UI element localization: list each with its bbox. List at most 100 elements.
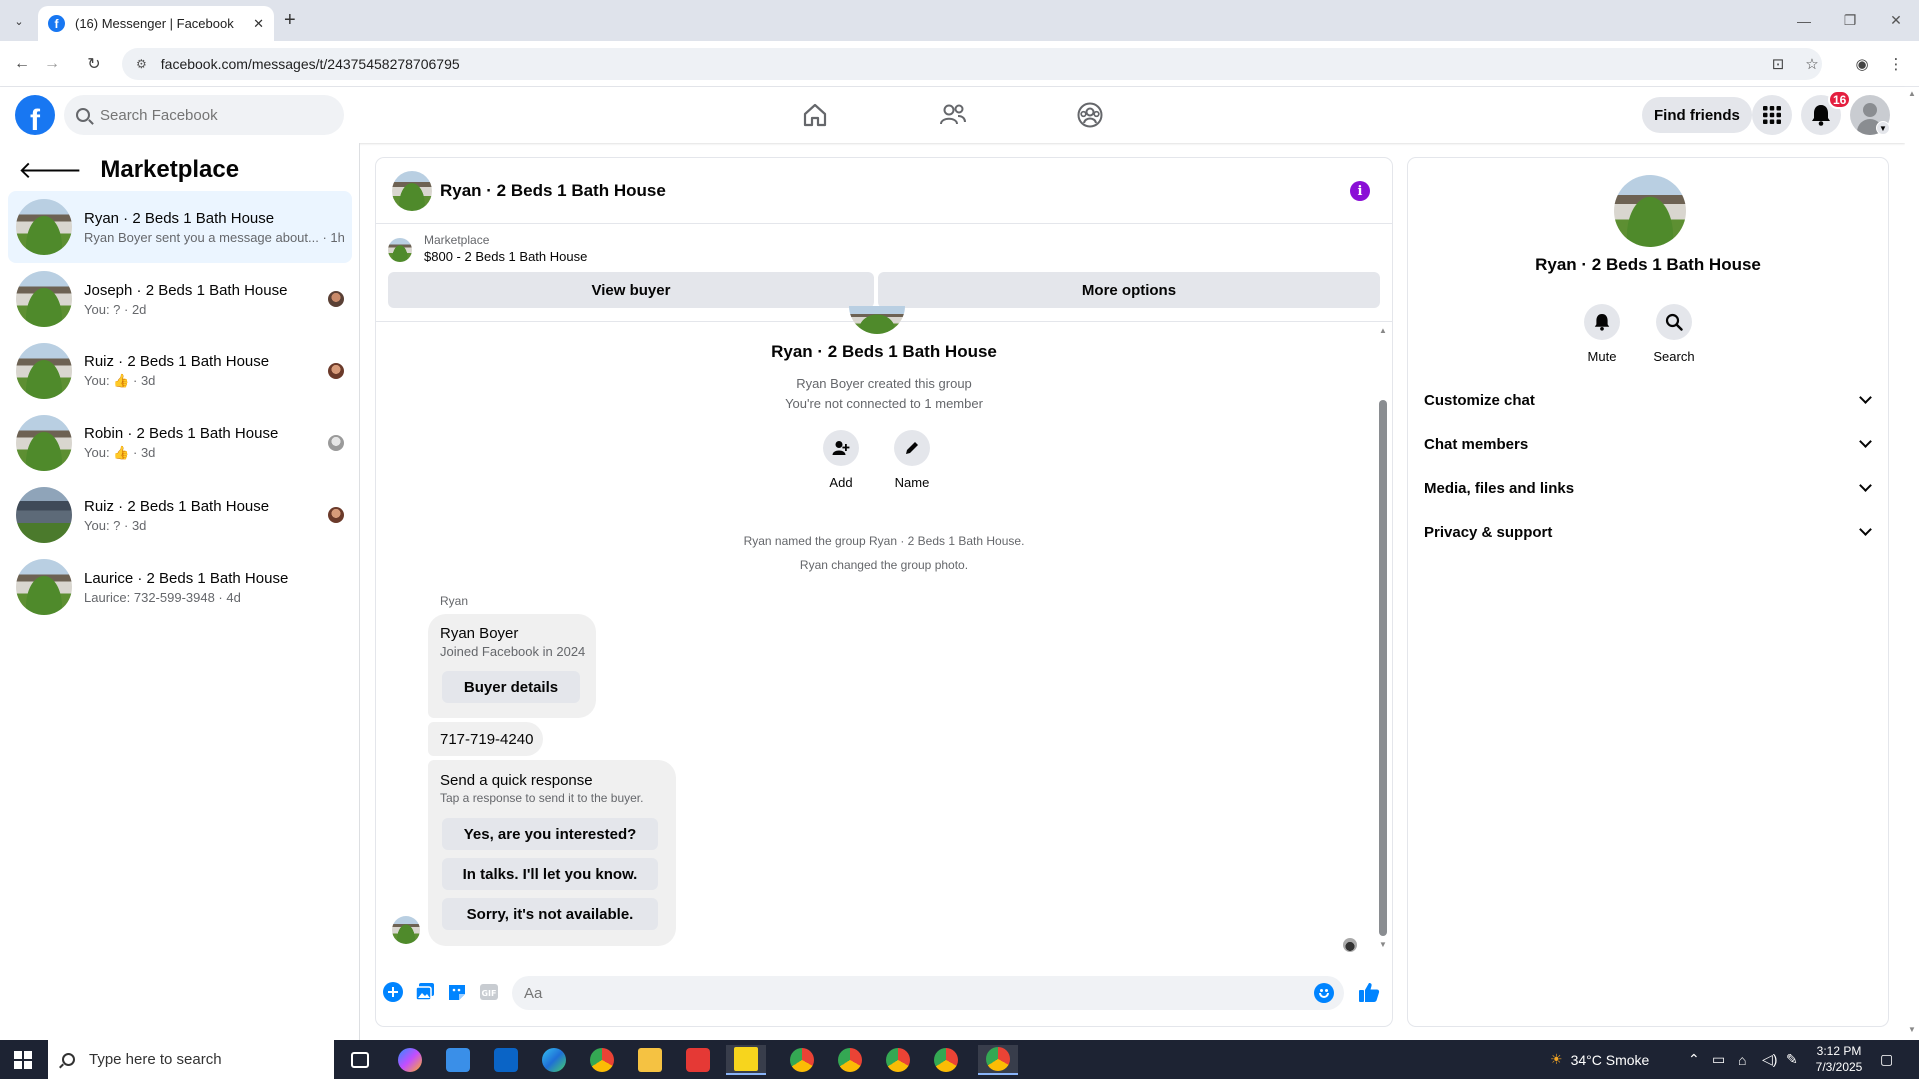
back-icon[interactable]: ← (10, 52, 34, 76)
account-caret-icon[interactable]: ▼ (1876, 121, 1890, 135)
file-explorer-icon[interactable] (630, 1045, 670, 1075)
restore-icon[interactable]: ❐ (1827, 0, 1873, 41)
chrome-icon[interactable] (582, 1045, 622, 1075)
quick-response-button[interactable]: In talks. I'll let you know. (442, 858, 658, 890)
copilot-icon[interactable] (390, 1045, 430, 1075)
close-window-icon[interactable]: ✕ (1873, 0, 1919, 41)
chrome-profile-icon[interactable] (878, 1045, 918, 1075)
taskbar-search-box[interactable]: Type here to search (48, 1040, 334, 1079)
page-scroll-down-icon[interactable]: ▼ (1908, 1025, 1916, 1034)
facebook-logo-icon[interactable]: f (15, 95, 55, 135)
name-group-action[interactable]: Name (882, 430, 942, 490)
sender-avatar[interactable] (392, 916, 420, 944)
add-label: Add (829, 475, 853, 490)
weather-widget[interactable]: ☀ 34°C Smoke (1550, 1040, 1649, 1079)
chrome-profile-icon[interactable] (830, 1045, 870, 1075)
emoji-smiley-icon[interactable] (1314, 983, 1334, 1003)
chat-group-photo[interactable] (392, 170, 432, 211)
facebook-search-input[interactable] (100, 106, 300, 124)
more-options-button[interactable]: More options (878, 272, 1380, 308)
page-scrollbar[interactable]: ▲ ▼ (1905, 87, 1919, 1040)
new-tab-button[interactable]: + (284, 9, 296, 32)
conversation-info-icon[interactable]: i (1350, 181, 1370, 201)
site-info-icon[interactable]: ⚙ (136, 57, 147, 71)
chrome-profile-icon[interactable] (926, 1045, 966, 1075)
phone-message-bubble[interactable]: 717-719-4240 (428, 722, 543, 756)
group-photo[interactable] (1614, 175, 1686, 247)
minimize-icon[interactable]: — (1781, 0, 1827, 41)
tray-wifi-icon[interactable]: ⌂ (1738, 1040, 1746, 1079)
conversation-item[interactable]: Robin · 2 Beds 1 Bath House You: 👍 · 3d (8, 407, 352, 479)
task-view-icon[interactable] (340, 1045, 380, 1075)
facebook-search-box[interactable] (64, 95, 344, 135)
sticker-icon[interactable] (446, 981, 468, 1003)
store-icon[interactable] (438, 1045, 478, 1075)
buyer-details-button[interactable]: Buyer details (442, 671, 580, 703)
find-friends-button[interactable]: Find friends (1642, 97, 1752, 133)
conversation-item[interactable]: Joseph · 2 Beds 1 Bath House You: ? · 2d (8, 263, 352, 335)
tray-network-icon[interactable]: ▭ (1712, 1040, 1725, 1079)
tab-close-icon[interactable]: ✕ (253, 16, 264, 32)
taskbar-clock[interactable]: 3:12 PM 7/3/2025 (1808, 1043, 1870, 1075)
menu-grid-icon[interactable] (1752, 95, 1792, 135)
add-member-action[interactable]: Add (811, 430, 871, 490)
chat-panel: Ryan · 2 Beds 1 Bath House i Marketplace… (376, 158, 1392, 1026)
quick-response-button[interactable]: Yes, are you interested? (442, 818, 658, 850)
profile-circle-icon[interactable]: ◉ (1850, 52, 1874, 76)
chat-scrollbar[interactable]: ▲ ▼ (1376, 324, 1390, 952)
reload-icon[interactable]: ↻ (82, 52, 106, 76)
attach-photo-icon[interactable] (414, 981, 436, 1003)
page-scroll-up-icon[interactable]: ▲ (1908, 89, 1916, 98)
conversation-item[interactable]: Ryan · 2 Beds 1 Bath House Ryan Boyer se… (8, 191, 352, 263)
bell-icon (1584, 304, 1620, 340)
tab-search-chevron-icon[interactable]: ⌄ (8, 10, 30, 32)
install-app-icon[interactable]: ⊡ (1766, 52, 1790, 76)
home-nav-icon[interactable] (797, 97, 833, 133)
windows-start-icon[interactable] (14, 1051, 32, 1069)
sticky-notes-icon[interactable] (726, 1045, 766, 1075)
red-app-icon[interactable] (678, 1045, 718, 1075)
bookmark-star-icon[interactable]: ☆ (1800, 52, 1824, 76)
plus-actions-icon[interactable] (382, 981, 404, 1003)
scroll-up-icon[interactable]: ▲ (1379, 326, 1387, 335)
chevron-down-icon (1859, 479, 1872, 492)
message-input[interactable] (524, 984, 1224, 1002)
omnibox[interactable]: ⚙ facebook.com/messages/t/24375458278706… (122, 48, 1822, 80)
edge-icon[interactable] (534, 1045, 574, 1075)
view-buyer-button[interactable]: View buyer (388, 272, 874, 308)
quick-response-button[interactable]: Sorry, it's not available. (442, 898, 658, 930)
gif-icon[interactable]: GIF (478, 981, 500, 1003)
listing-price-title[interactable]: $800 - 2 Beds 1 Bath House (424, 249, 587, 264)
chat-members-row[interactable]: Chat members (1424, 426, 1880, 462)
preview-prefix: You: (84, 373, 110, 388)
browser-tab-messenger[interactable]: f (16) Messenger | Facebook ✕ (38, 6, 274, 41)
mute-action[interactable]: Mute (1572, 304, 1632, 364)
customize-chat-row[interactable]: Customize chat (1424, 382, 1880, 418)
notification-center-icon[interactable]: ▢ (1880, 1040, 1893, 1079)
tray-volume-icon[interactable]: ◁) (1762, 1040, 1777, 1079)
chrome-profile-icon[interactable] (782, 1045, 822, 1075)
groups-nav-icon[interactable] (1072, 97, 1108, 133)
forward-icon[interactable]: → (40, 52, 64, 76)
outlook-icon[interactable] (486, 1045, 526, 1075)
notification-count-badge: 16 (1828, 90, 1852, 109)
conversation-item[interactable]: Ruiz · 2 Beds 1 Bath House You: 👍 · 3d (8, 335, 352, 407)
back-arrow-icon[interactable]: 🡐 (18, 155, 82, 185)
tray-pen-icon[interactable]: ✎ (1786, 1040, 1798, 1079)
conversation-item[interactable]: Ruiz · 2 Beds 1 Bath House You: ? · 3d (8, 479, 352, 551)
chrome-active-icon[interactable] (978, 1045, 1018, 1075)
chat-title[interactable]: Ryan · 2 Beds 1 Bath House (440, 181, 666, 201)
message-input-box[interactable] (512, 976, 1344, 1010)
search-in-conversation-action[interactable]: Search (1644, 304, 1704, 364)
conversation-preview: You: ? · 2d (84, 301, 147, 317)
privacy-support-row[interactable]: Privacy & support (1424, 514, 1880, 550)
conversation-item[interactable]: Laurice · 2 Beds 1 Bath House Laurice: 7… (8, 551, 352, 623)
row-label: Chat members (1424, 435, 1529, 453)
browser-menu-icon[interactable]: ⋮ (1884, 52, 1908, 76)
tray-chevron-icon[interactable]: ⌃ (1688, 1040, 1700, 1079)
media-files-links-row[interactable]: Media, files and links (1424, 470, 1880, 506)
like-send-icon[interactable] (1358, 981, 1380, 1003)
friends-nav-icon[interactable] (935, 97, 971, 133)
scroll-down-icon[interactable]: ▼ (1379, 940, 1387, 949)
chat-scrollbar-thumb[interactable] (1379, 400, 1387, 936)
